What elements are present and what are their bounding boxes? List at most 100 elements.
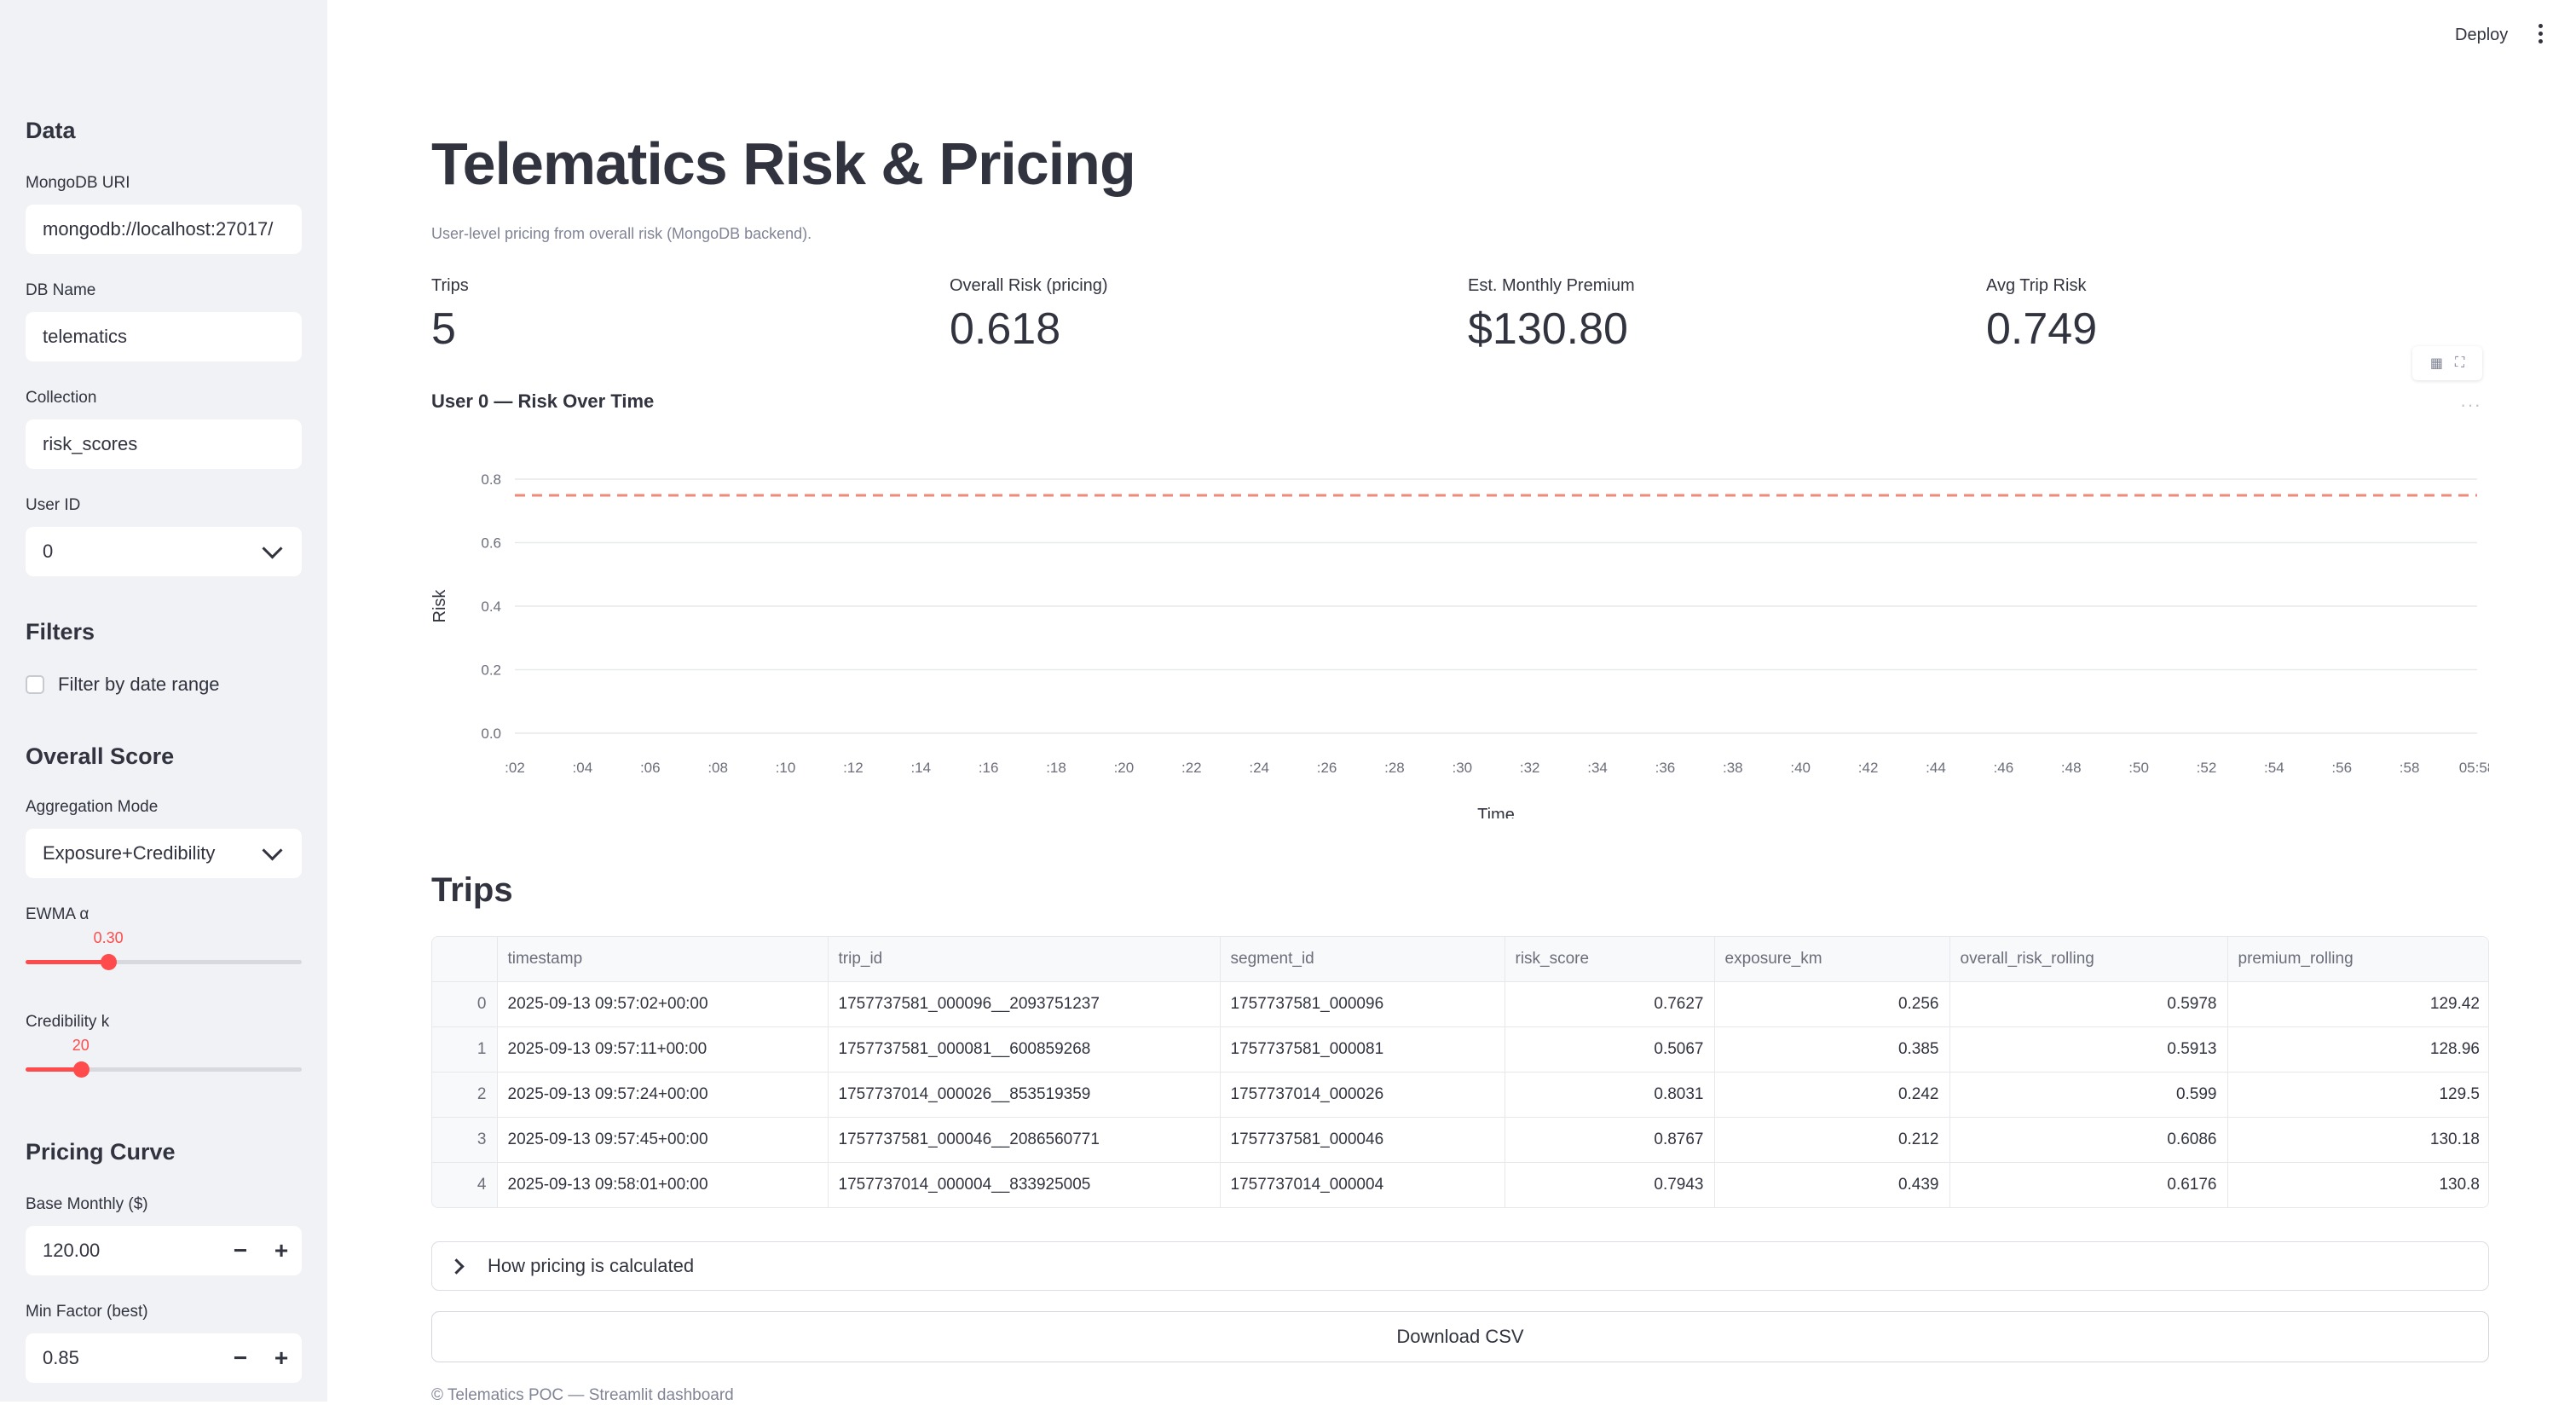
table-cell[interactable]: 0.599 — [1949, 1072, 2228, 1118]
deploy-button[interactable]: Deploy — [2455, 26, 2508, 45]
table-view-icon[interactable]: ▦ — [2430, 355, 2443, 372]
table-cell[interactable]: 0.7627 — [1505, 981, 1715, 1027]
db-name-input[interactable]: telematics — [26, 312, 302, 361]
table-row[interactable]: 4 2025-09-13 09:58:01+00:00 1757737014_000… — [432, 1162, 2488, 1208]
table-cell[interactable]: 130.8 — [2227, 1163, 2488, 1208]
fullscreen-icon[interactable]: ⛶ — [2455, 356, 2464, 371]
table-cell[interactable]: 2025-09-13 09:58:01+00:00 — [497, 1162, 829, 1207]
table-cell[interactable]: 1757737014_000026__853519359 — [828, 1072, 1221, 1118]
table-cell[interactable]: 0.385 — [1714, 1026, 1950, 1073]
aggregation-mode-select[interactable]: Exposure+Credibility — [26, 829, 302, 878]
download-csv-button[interactable]: Download CSV — [431, 1311, 2489, 1362]
base-monthly-increment-button[interactable]: + — [261, 1237, 302, 1264]
table-cell[interactable]: 128.96 — [2227, 1026, 2488, 1073]
x-tick-label: :20 — [1114, 760, 1135, 776]
metric-avg-trip-risk-label: Avg Trip Risk — [1986, 276, 2087, 295]
min-factor-increment-button[interactable]: + — [261, 1344, 302, 1372]
pricing-explanation-expander[interactable]: How pricing is calculated — [431, 1241, 2489, 1291]
user-id-value: 0 — [43, 541, 54, 562]
table-cell[interactable]: 0.5913 — [1949, 1026, 2228, 1073]
column-header[interactable]: risk_score — [1505, 937, 1715, 982]
base-monthly-decrement-button[interactable]: − — [220, 1237, 261, 1264]
filter-date-checkbox[interactable] — [26, 675, 44, 694]
table-cell[interactable]: 3 — [432, 1117, 498, 1163]
min-factor-input[interactable]: 0.85 − + — [26, 1333, 302, 1383]
x-tick-label: :32 — [1520, 760, 1540, 776]
column-header[interactable] — [432, 937, 498, 982]
table-cell[interactable]: 1757737581_000081__600859268 — [828, 1026, 1221, 1073]
trips-table[interactable]: timestamp trip_id segment_id risk_score expo… — [431, 936, 2489, 1208]
min-factor-value[interactable]: 0.85 — [26, 1347, 220, 1369]
x-tick-label: :54 — [2264, 760, 2284, 776]
mongo-uri-input[interactable]: mongodb://localhost:27017/ — [26, 205, 302, 254]
collection-input[interactable]: risk_scores — [26, 419, 302, 469]
table-row[interactable]: 2 2025-09-13 09:57:24+00:00 1757737014_000… — [432, 1072, 2488, 1118]
x-tick-label: :16 — [979, 760, 999, 776]
table-cell[interactable]: 1757737014_000004__833925005 — [828, 1162, 1221, 1207]
table-cell[interactable]: 1 — [432, 1026, 498, 1073]
chart-more-icon[interactable]: ··· — [2460, 394, 2481, 416]
x-tick-label: :52 — [2197, 760, 2217, 776]
table-cell[interactable]: 2025-09-13 09:57:11+00:00 — [497, 1026, 829, 1073]
table-cell[interactable]: 4 — [432, 1162, 498, 1207]
table-cell[interactable]: 0.6086 — [1949, 1117, 2228, 1163]
table-cell[interactable]: 0.5067 — [1505, 1026, 1715, 1073]
column-header[interactable]: exposure_km — [1714, 937, 1950, 982]
table-cell[interactable]: 0.8767 — [1505, 1117, 1715, 1163]
ewma-slider[interactable] — [26, 954, 302, 970]
table-cell[interactable]: 2025-09-13 09:57:02+00:00 — [497, 981, 829, 1027]
x-tick-label: :30 — [1452, 760, 1472, 776]
credibility-slider[interactable] — [26, 1061, 302, 1078]
table-row[interactable]: 0 2025-09-13 09:57:02+00:00 1757737581_000… — [432, 981, 2488, 1027]
table-row[interactable]: 1 2025-09-13 09:57:11+00:00 1757737581_000… — [432, 1026, 2488, 1073]
metric-premium-label: Est. Monthly Premium — [1468, 276, 1635, 295]
table-cell[interactable]: 0.8031 — [1505, 1072, 1715, 1118]
user-id-select[interactable]: 0 — [26, 527, 302, 576]
credibility-slider-thumb[interactable] — [72, 1061, 90, 1078]
x-tick-label: :02 — [505, 760, 525, 776]
table-cell[interactable]: 0.212 — [1714, 1117, 1950, 1163]
table-cell[interactable]: 1757737581_000081 — [1220, 1026, 1505, 1073]
table-cell[interactable]: 1757737014_000026 — [1220, 1072, 1505, 1118]
base-monthly-label: Base Monthly ($) — [26, 1195, 148, 1213]
table-cell[interactable]: 130.18 — [2227, 1117, 2488, 1163]
column-header[interactable]: timestamp — [497, 937, 829, 982]
chart-toolbar: ▦ ⛶ — [2412, 346, 2482, 380]
table-cell[interactable]: 129.5 — [2227, 1072, 2488, 1118]
ewma-slider-thumb[interactable] — [101, 954, 118, 970]
table-cell[interactable]: 0.6176 — [1949, 1162, 2228, 1207]
table-cell[interactable]: 0.5978 — [1949, 981, 2228, 1027]
x-tick-label: :12 — [843, 760, 863, 776]
table-cell[interactable]: 0.256 — [1714, 981, 1950, 1027]
table-cell[interactable]: 1757737581_000096 — [1220, 981, 1505, 1027]
min-factor-decrement-button[interactable]: − — [220, 1344, 261, 1372]
main-menu-icon[interactable] — [2538, 24, 2544, 43]
column-header[interactable]: premium_rolling — [2227, 937, 2488, 982]
filter-date-label[interactable]: Filter by date range — [58, 674, 220, 696]
table-cell[interactable]: 1757737581_000096__2093751237 — [828, 981, 1221, 1027]
table-cell[interactable]: 1757737581_000046__2086560771 — [828, 1117, 1221, 1163]
base-monthly-input[interactable]: 120.00 − + — [26, 1226, 302, 1275]
column-header[interactable]: overall_risk_rolling — [1949, 937, 2228, 982]
base-monthly-value[interactable]: 120.00 — [26, 1240, 220, 1262]
table-cell[interactable]: 1757737014_000004 — [1220, 1162, 1505, 1207]
y-tick-label: 0.4 — [481, 598, 501, 615]
column-header[interactable]: trip_id — [828, 937, 1221, 982]
table-cell[interactable]: 2 — [432, 1072, 498, 1118]
chevron-down-icon — [262, 537, 283, 559]
table-cell[interactable]: 2025-09-13 09:57:45+00:00 — [497, 1117, 829, 1163]
table-cell[interactable]: 0 — [432, 981, 498, 1027]
table-cell[interactable]: 2025-09-13 09:57:24+00:00 — [497, 1072, 829, 1118]
x-tick-label: 05:58 — [2459, 760, 2489, 776]
x-tick-label: :38 — [1723, 760, 1743, 776]
table-cell[interactable]: 0.439 — [1714, 1162, 1950, 1207]
table-cell[interactable]: 129.42 — [2227, 981, 2488, 1027]
x-tick-label: :04 — [573, 760, 593, 776]
table-cell[interactable]: 0.7943 — [1505, 1162, 1715, 1207]
table-row[interactable]: 3 2025-09-13 09:57:45+00:00 1757737581_000… — [432, 1117, 2488, 1163]
table-cell[interactable]: 1757737581_000046 — [1220, 1117, 1505, 1163]
y-axis-title: Risk — [430, 589, 449, 623]
table-cell[interactable]: 0.242 — [1714, 1072, 1950, 1118]
column-header[interactable]: segment_id — [1220, 937, 1505, 982]
trips-heading: Trips — [431, 871, 513, 909]
